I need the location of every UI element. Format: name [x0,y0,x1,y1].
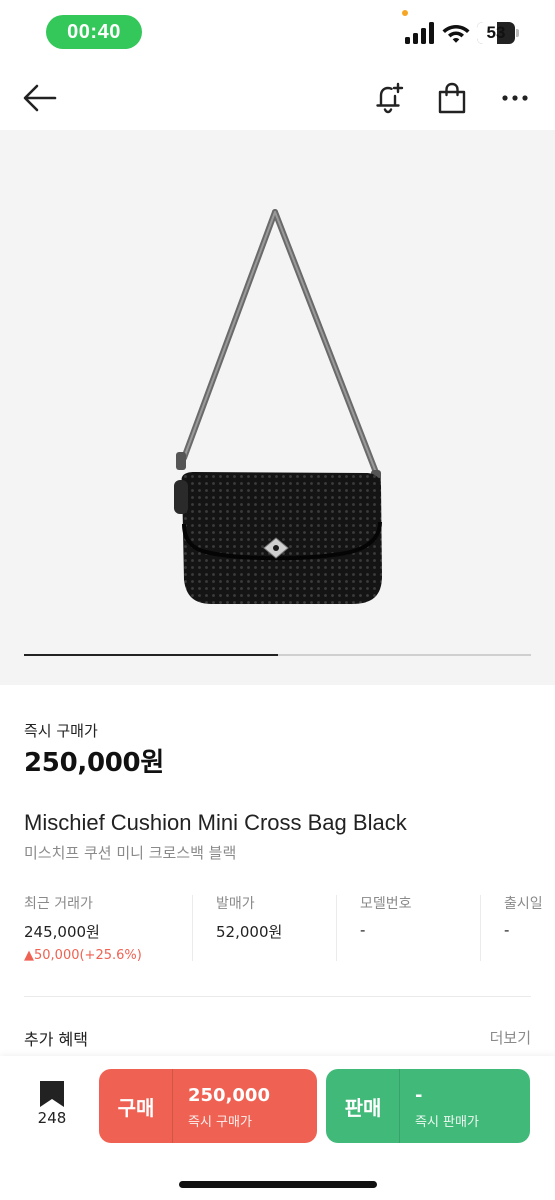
info-value: 245,000원 [24,923,100,941]
info-value: 52,000원 [216,923,283,941]
sell-button-sublabel: 즉시 판매가 [415,1115,479,1130]
battery-level-text: 53 [486,23,506,42]
info-release-date: 출시일 - [504,893,543,963]
sell-button[interactable]: 판매 - 즉시 판매가 [326,1069,530,1143]
info-release-price: 발매가 52,000원 [216,893,282,963]
bottom-action-bar: 248 구매 250,000 즉시 구매가 판매 - 즉시 판매가 [0,1056,555,1200]
benefits-more-link[interactable]: 더보기 [490,1027,531,1048]
sell-button-label: 판매 [344,1095,382,1120]
info-model-number: 모델번호 - [360,893,412,963]
info-label: 최근 거래가 [24,896,93,912]
info-divider [336,895,337,961]
signal-icon [405,22,434,44]
wishlist-button[interactable]: 248 [28,1080,76,1132]
buy-button-label: 구매 [117,1095,155,1120]
more-options-button[interactable] [493,76,537,120]
back-arrow-icon [23,84,57,112]
carousel-progress-track [24,654,531,656]
battery-icon: 53 [477,22,515,44]
price-change: ▲50,000(+25.6%) [24,948,142,963]
instant-buy-price-label: 즉시 구매가 [24,722,98,740]
privacy-indicator-dot [402,10,408,16]
alert-subscribe-button[interactable] [367,76,411,120]
info-value: - [360,921,366,939]
battery-cap [516,29,519,37]
sell-button-separator [399,1069,400,1143]
product-info-row: 최근 거래가 245,000원 ▲50,000(+25.6%) 발매가 52,0… [24,893,555,963]
info-label: 발매가 [216,896,255,912]
home-indicator[interactable] [179,1181,377,1188]
carousel-progress-fill [24,654,278,656]
back-button[interactable] [18,76,62,120]
additional-benefits-title: 추가 혜택 [24,1030,88,1049]
top-nav-bar [0,66,555,130]
info-label: 출시일 [504,896,543,912]
buy-button[interactable]: 구매 250,000 즉시 구매가 [99,1069,317,1143]
shopping-bag-icon [438,82,466,114]
info-divider [480,895,481,961]
instant-buy-price: 250,000원 [24,748,164,778]
product-image-carousel[interactable] [0,130,555,685]
shopping-bag-button[interactable] [430,76,474,120]
more-icon [502,95,528,101]
buy-button-price: 250,000 [188,1085,270,1106]
status-bar: 00:40 53 [0,0,555,66]
info-label: 모델번호 [360,896,412,912]
bell-plus-icon [376,82,404,114]
info-divider [192,895,193,961]
buy-button-sublabel: 즉시 구매가 [188,1115,252,1130]
status-time: 00:40 [46,15,142,49]
info-value: - [504,921,510,939]
buy-button-separator [172,1069,173,1143]
product-title-en: Mischief Cushion Mini Cross Bag Black [24,810,407,835]
bookmark-icon [40,1081,64,1107]
info-recent-trade[interactable]: 최근 거래가 245,000원 ▲50,000(+25.6%) [24,893,142,963]
product-title-ko: 미스치프 쿠션 미니 크로스백 블랙 [24,844,237,862]
wishlist-count: 248 [37,1109,67,1127]
section-divider [24,996,531,997]
product-photo [174,209,382,604]
sell-button-price: - [415,1085,423,1106]
wifi-icon [442,25,470,43]
